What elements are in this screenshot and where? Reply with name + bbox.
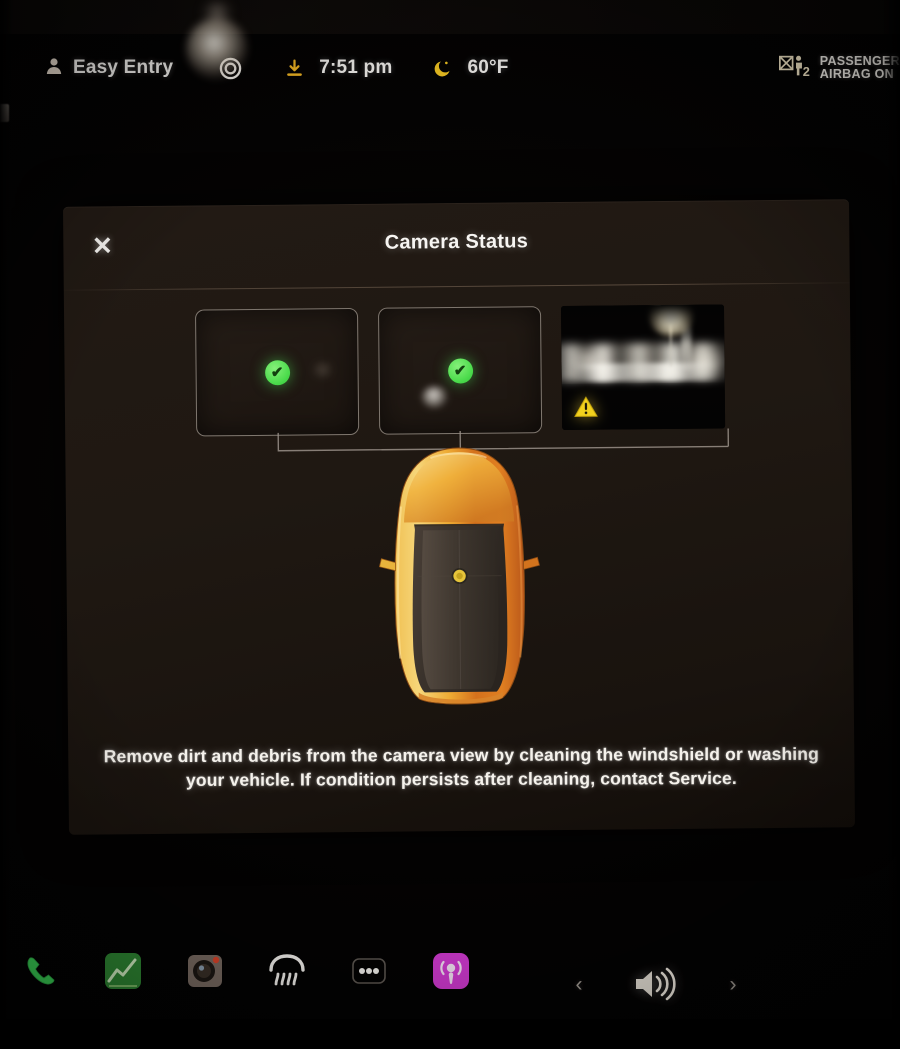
taskbar: ‹ › <box>0 931 900 1049</box>
warning-triangle-icon <box>574 396 598 418</box>
dialog-header: ✕ Camera Status <box>63 199 850 291</box>
bezel-shadow-right <box>882 0 900 1049</box>
volume-icon[interactable] <box>629 965 683 1003</box>
camera-status-dialog: ✕ Camera Status ✔ ✔ Remove dirt and debr… <box>63 199 855 835</box>
bezel-shadow-left <box>0 0 14 1049</box>
status-bar: Easy Entry 7:51 pm 60°F 2 PASSENGER AIRB… <box>0 44 900 122</box>
profile-button[interactable]: Easy Entry <box>44 56 173 81</box>
rear-defrost-icon <box>265 949 309 993</box>
chart-icon <box>101 949 145 993</box>
clock-label: 7:51 pm <box>319 57 393 78</box>
dashcam-app[interactable] <box>164 949 246 993</box>
page-title: Camera Status <box>384 230 529 254</box>
lens-smudge <box>309 361 336 379</box>
screen-top-glare-band <box>0 0 900 34</box>
defrost-button[interactable] <box>246 949 328 993</box>
svg-text:2: 2 <box>803 64 810 79</box>
airbag-line-1: PASSENGER <box>819 53 900 68</box>
header-divider <box>63 282 850 291</box>
check-glyph: ✔ <box>270 363 284 381</box>
check-circle-icon: ✔ <box>447 357 473 384</box>
profile-label: Easy Entry <box>73 57 174 78</box>
previous-track-button[interactable]: ‹ <box>566 974 592 995</box>
taskbar-app-list <box>0 949 492 993</box>
top-fade <box>560 304 725 333</box>
passenger-airbag-indicator: 2 PASSENGER AIRBAG ON <box>775 49 900 88</box>
passenger-airbag-text: PASSENGER AIRBAG ON <box>819 53 900 82</box>
infotainment-screen: Easy Entry 7:51 pm 60°F 2 PASSENGER AIRB… <box>0 0 900 1049</box>
next-track-button[interactable]: › <box>720 974 746 995</box>
passenger-airbag-icon: 2 <box>778 52 813 85</box>
airbag-line-2: AIRBAG ON <box>819 67 894 81</box>
phone-icon <box>19 949 63 993</box>
status-bar-left-group: Easy Entry 7:51 pm 60°F <box>44 44 509 92</box>
vehicle-top-view <box>364 445 555 709</box>
camera-tile-main[interactable]: ✔ <box>377 306 543 435</box>
light-streak <box>571 362 722 382</box>
temperature-label: 60°F <box>467 57 509 78</box>
taskbar-bottom-strip <box>0 1019 900 1049</box>
circle-target-icon[interactable] <box>219 57 242 80</box>
lens-smudge <box>421 386 448 409</box>
podcasts-app[interactable] <box>410 949 492 993</box>
phone-app[interactable] <box>0 949 82 993</box>
more-apps-button[interactable] <box>328 949 410 993</box>
camera-icon <box>183 949 227 993</box>
stocks-app[interactable] <box>82 949 164 993</box>
camera-tile-left[interactable]: ✔ <box>194 307 360 437</box>
camera-preview-list: ✔ ✔ <box>194 304 730 437</box>
status-bar-right-group: 2 PASSENGER AIRBAG ON <box>775 44 900 92</box>
ellipsis-icon <box>347 949 391 993</box>
moon-icon <box>432 58 453 79</box>
camera-tile-right[interactable] <box>560 304 726 431</box>
download-arrow-icon[interactable] <box>284 58 305 79</box>
media-controls: ‹ › <box>566 961 746 1007</box>
lens-flare-small <box>200 0 234 26</box>
check-glyph: ✔ <box>453 361 467 380</box>
status-bar-edge-icon <box>0 104 9 122</box>
check-circle-icon: ✔ <box>264 359 290 385</box>
person-icon <box>44 56 64 81</box>
podcast-icon <box>429 949 473 993</box>
instruction-text: Remove dirt and debris from the camera v… <box>103 743 820 790</box>
